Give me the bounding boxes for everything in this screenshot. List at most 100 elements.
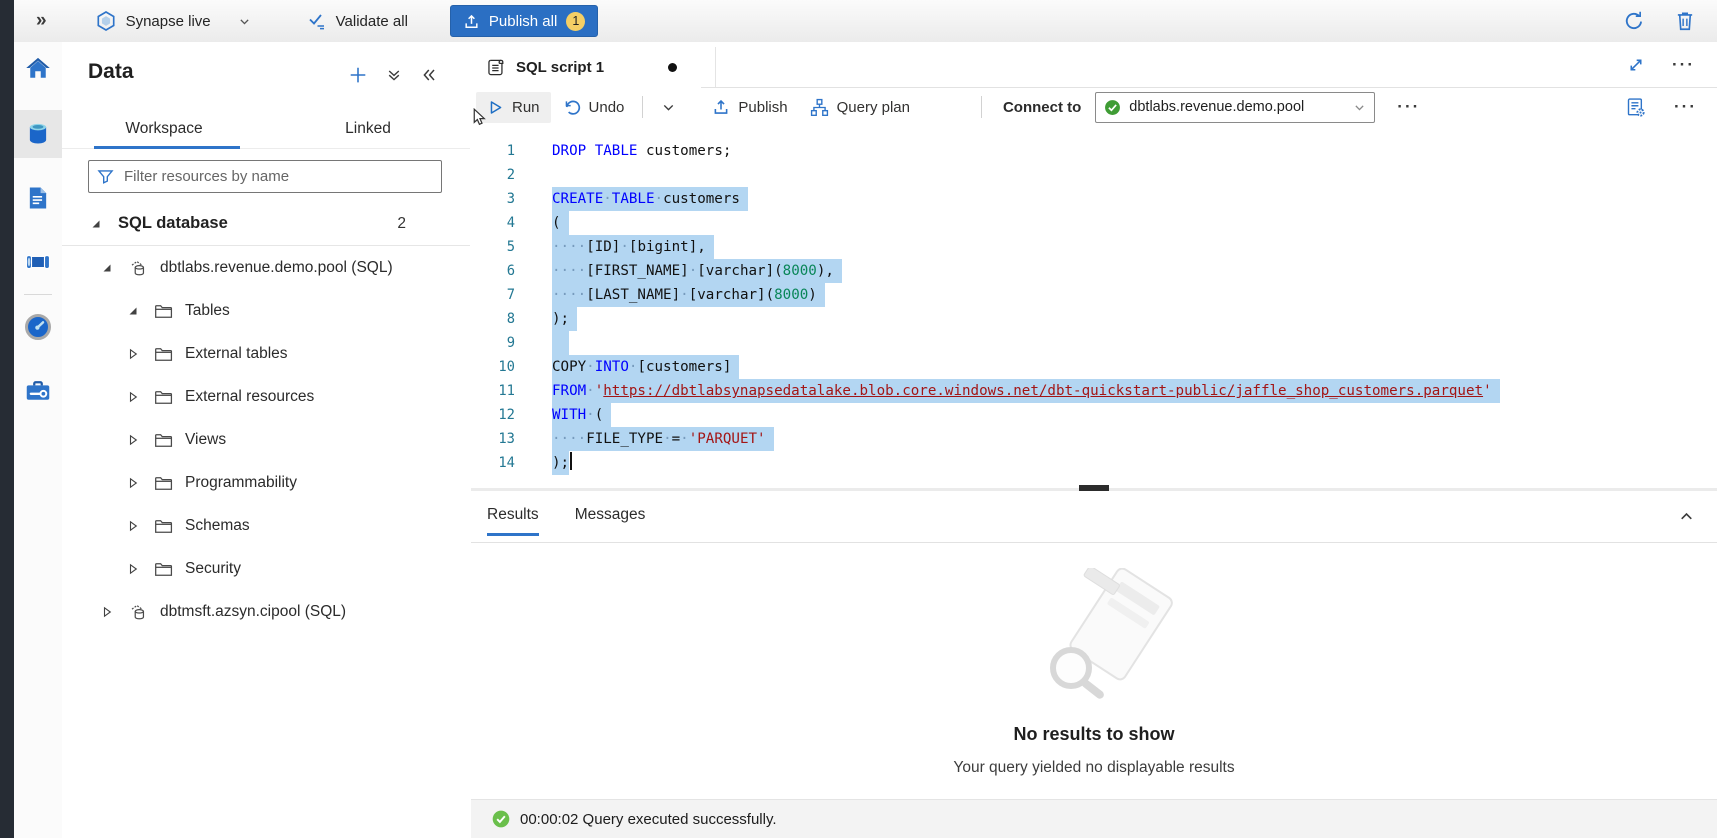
tree-item[interactable]: Tables xyxy=(62,289,470,332)
editor-pane: SQL script 1 ··· Run Undo xyxy=(471,42,1717,838)
publish-all-button[interactable]: Publish all 1 xyxy=(450,5,598,37)
tree-item[interactable]: Security xyxy=(62,547,470,590)
tree-item-count: 2 xyxy=(397,215,406,233)
sql-script-icon xyxy=(486,58,505,77)
tabbar-actions: ··· xyxy=(1627,55,1695,75)
tree-item[interactable]: Schemas xyxy=(62,504,470,547)
toolbar-separator xyxy=(981,96,982,118)
tree-collapsed-icon[interactable] xyxy=(127,520,141,532)
collapse-all-icon[interactable] xyxy=(386,67,402,83)
tree-expanded-icon[interactable] xyxy=(127,305,141,317)
code-line[interactable]: 12WITH·( xyxy=(471,403,1717,427)
tree-collapsed-icon[interactable] xyxy=(127,391,141,403)
code-line[interactable]: 1DROP TABLE customers; xyxy=(471,139,1717,163)
data-panel-tabs: Workspace Linked xyxy=(62,110,470,149)
synapse-logo-icon xyxy=(95,10,117,32)
tree-item[interactable]: dbtlabs.revenue.demo.pool (SQL) xyxy=(62,246,470,289)
tree-item-label: External tables xyxy=(185,345,288,363)
publish-button[interactable]: Publish xyxy=(701,92,798,123)
refresh-icon[interactable] xyxy=(1623,10,1645,32)
connect-more-icon[interactable]: ··· xyxy=(1397,97,1420,117)
filter-input[interactable] xyxy=(122,167,433,186)
connect-to-label: Connect to xyxy=(1003,99,1081,116)
no-results-illustration-icon xyxy=(999,568,1189,718)
tree-expanded-icon[interactable] xyxy=(101,262,115,274)
mode-switcher[interactable]: Synapse live xyxy=(95,10,251,32)
code-line[interactable]: 3CREATE·TABLE·customers xyxy=(471,187,1717,211)
trash-icon[interactable] xyxy=(1675,10,1695,32)
tree-item[interactable]: Programmability xyxy=(62,461,470,504)
tree-item[interactable]: External resources xyxy=(62,375,470,418)
line-number: 7 xyxy=(471,283,515,307)
tab-workspace[interactable]: Workspace xyxy=(62,110,266,148)
tree-collapsed-icon[interactable] xyxy=(127,434,141,446)
collapse-panel-icon[interactable] xyxy=(421,67,437,83)
tree-item[interactable]: SQL database2 xyxy=(62,202,470,246)
toolbar-right-actions: ··· xyxy=(1625,97,1697,118)
tree-expanded-icon[interactable] xyxy=(90,218,104,230)
code-line[interactable]: 4( xyxy=(471,211,1717,235)
code-line[interactable]: 14); xyxy=(471,451,1717,475)
selection-highlight: ····[LAST_NAME]·[varchar](8000) xyxy=(552,283,825,307)
nav-data-icon[interactable] xyxy=(14,110,62,158)
nav-develop-icon[interactable] xyxy=(14,174,62,222)
code-line[interactable]: 8); xyxy=(471,307,1717,331)
tab-linked[interactable]: Linked xyxy=(266,110,470,148)
collapse-results-icon[interactable] xyxy=(1678,508,1695,525)
line-number: 11 xyxy=(471,379,515,403)
line-number: 1 xyxy=(471,139,515,163)
code-line[interactable]: 13····FILE_TYPE·=·'PARQUET' xyxy=(471,427,1717,451)
nav-monitor-icon[interactable] xyxy=(14,303,62,351)
hub-navigation-rail xyxy=(14,42,63,838)
pool-name: dbtlabs.revenue.demo.pool xyxy=(1129,99,1345,115)
run-button[interactable]: Run xyxy=(476,92,551,123)
code-line[interactable]: 5····[ID]·[bigint], xyxy=(471,235,1717,259)
code-line[interactable]: 7 ····[LAST_NAME]·[varchar](8000) xyxy=(471,283,1717,307)
add-resource-icon[interactable] xyxy=(349,66,367,84)
code-line[interactable]: 11FROM·'https://dbtlabsynapsedatalake.bl… xyxy=(471,379,1717,403)
pool-select-dropdown[interactable]: dbtlabs.revenue.demo.pool xyxy=(1095,92,1375,123)
expand-editor-icon[interactable] xyxy=(1627,56,1645,74)
undo-button[interactable]: Undo xyxy=(551,92,636,123)
filter-funnel-icon xyxy=(97,168,114,185)
database-icon xyxy=(128,602,148,622)
nav-home-icon[interactable] xyxy=(14,45,62,93)
code-line[interactable]: 9 xyxy=(471,331,1717,355)
panel-actions xyxy=(349,66,437,84)
tree-collapsed-icon[interactable] xyxy=(127,348,141,360)
sql-code-editor[interactable]: 1DROP TABLE customers;23CREATE·TABLE·cus… xyxy=(471,126,1717,488)
editor-more-icon[interactable]: ··· xyxy=(1674,97,1697,117)
tree-collapsed-icon[interactable] xyxy=(101,606,115,618)
line-number: 14 xyxy=(471,451,515,475)
run-options-dropdown[interactable] xyxy=(650,92,687,123)
synapse-studio-window: » Synapse live Validate all Publish all … xyxy=(0,0,1717,838)
tree-item-label: Views xyxy=(185,431,226,449)
nav-manage-icon[interactable] xyxy=(14,367,62,415)
selection-highlight: COPY·INTO·[customers] xyxy=(552,355,739,379)
tab-messages[interactable]: Messages xyxy=(575,491,646,542)
expand-sidebar-icon[interactable]: » xyxy=(36,10,47,32)
publish-icon xyxy=(712,98,730,116)
tab-results[interactable]: Results xyxy=(487,491,539,542)
tree-item[interactable]: Views xyxy=(62,418,470,461)
code-line[interactable]: 10COPY·INTO·[customers] xyxy=(471,355,1717,379)
validate-all-button[interactable]: Validate all xyxy=(307,11,408,31)
query-status-bar: 00:00:02 Query executed successfully. xyxy=(471,799,1717,838)
tree-collapsed-icon[interactable] xyxy=(127,563,141,575)
tree-collapsed-icon[interactable] xyxy=(127,477,141,489)
tab-more-icon[interactable]: ··· xyxy=(1672,55,1695,75)
tree-item-label: dbtmsft.azsyn.cipool (SQL) xyxy=(160,603,346,621)
success-check-icon xyxy=(492,810,510,828)
tree-item[interactable]: dbtmsft.azsyn.cipool (SQL) xyxy=(62,590,470,633)
sql-script-tab-title: SQL script 1 xyxy=(516,59,604,76)
document-tab-bar: SQL script 1 ··· xyxy=(471,42,1717,88)
query-plan-button[interactable]: Query plan xyxy=(799,92,921,123)
tree-item[interactable]: External tables xyxy=(62,332,470,375)
selection-highlight: ); xyxy=(552,307,577,331)
code-line[interactable]: 6····[FIRST_NAME]·[varchar](8000), xyxy=(471,259,1717,283)
properties-icon[interactable] xyxy=(1625,97,1646,118)
nav-integrate-icon[interactable] xyxy=(14,238,62,286)
sql-script-tab[interactable]: SQL script 1 xyxy=(471,47,716,88)
results-tab-bar: Results Messages xyxy=(471,491,1717,543)
code-line[interactable]: 2 xyxy=(471,163,1717,187)
